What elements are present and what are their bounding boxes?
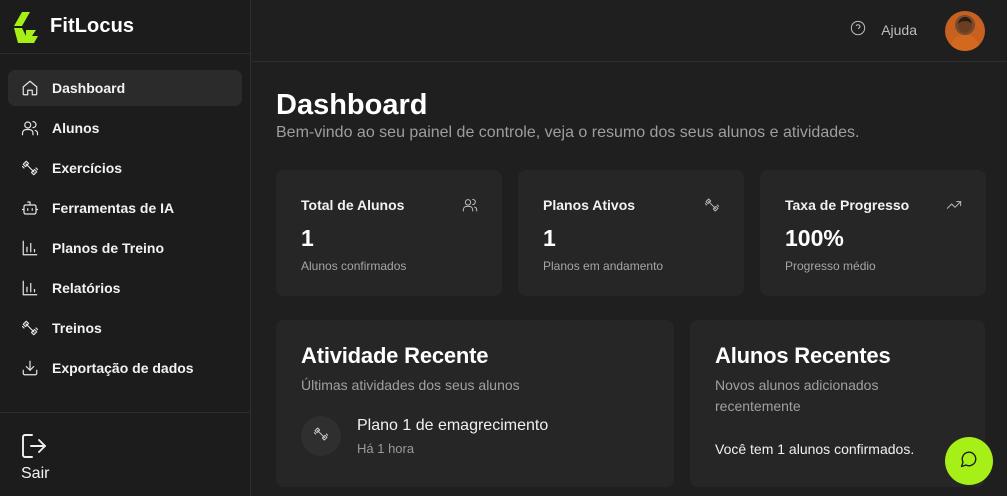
sidebar-item-exportacao[interactable]: Exportação de dados [8, 350, 242, 386]
panel-title: Alunos Recentes [715, 343, 891, 368]
help-button[interactable]: Ajuda [850, 20, 917, 39]
sidebar-item-alunos[interactable]: Alunos [8, 110, 242, 146]
students-summary: Você tem 1 alunos confirmados. [715, 441, 915, 457]
stat-desc: Planos em andamento [543, 259, 664, 273]
bar-chart-icon [20, 238, 40, 258]
panel-subtitle: Últimas atividades dos seus alunos [301, 377, 520, 393]
panel-subtitle: Novos alunos adicionados recentemente [715, 377, 879, 414]
home-icon [20, 78, 40, 98]
message-circle-icon [960, 450, 978, 473]
topbar: Ajuda [252, 0, 1007, 62]
sidebar-item-label: Relatórios [52, 280, 121, 296]
download-icon [20, 358, 40, 378]
sidebar-item-label: Exercícios [52, 160, 123, 176]
sidebar-item-label: Dashboard [52, 80, 126, 96]
app-name: FitLocus [50, 15, 135, 37]
chat-button[interactable] [945, 437, 993, 485]
sidebar-item-label: Treinos [52, 320, 102, 336]
stat-value: 1 [543, 225, 556, 251]
activity-time: Há 1 hora [357, 440, 415, 456]
avatar-head [958, 17, 972, 33]
users-icon [462, 197, 478, 218]
dumbbell-icon [20, 318, 40, 338]
sidebar-item-dashboard[interactable]: Dashboard [8, 70, 242, 106]
stat-desc: Progresso médio [785, 259, 876, 273]
dumbbell-icon [704, 197, 720, 218]
sidebar-item-label: Exportação de dados [52, 360, 194, 376]
page-subtitle: Bem-vindo ao seu painel de controle, vej… [276, 124, 860, 141]
activity-title: Plano 1 de emagrecimento [357, 416, 549, 434]
sidebar-item-relatorios[interactable]: Relatórios [8, 270, 242, 306]
avatar-body [951, 35, 979, 51]
sidebar-item-label: Planos de Treino [52, 240, 165, 256]
bar-chart-icon [20, 278, 40, 298]
sidebar-item-ferramentas-ia[interactable]: Ferramentas de IA [8, 190, 242, 226]
help-circle-icon [850, 20, 881, 39]
sidebar-item-label: Alunos [52, 120, 100, 136]
stat-title: Taxa de Progresso [785, 197, 910, 213]
trending-up-icon [946, 197, 962, 218]
help-label: Ajuda [881, 21, 917, 38]
avatar[interactable] [945, 11, 985, 51]
stat-value: 1 [301, 225, 314, 251]
stat-card-total-alunos: Total de Alunos 1 Alunos confirmados [276, 170, 502, 296]
list-item[interactable]: Plano 1 de emagrecimento Há 1 hora [301, 416, 649, 456]
stats-row: Total de Alunos 1 Alunos confirmados Pla… [276, 170, 986, 296]
sidebar: FitLocus Dashboard Alunos Exercícios Fer… [0, 0, 251, 496]
stat-card-planos-ativos: Planos Ativos 1 Planos em andamento [518, 170, 744, 296]
activity-icon [301, 416, 341, 456]
sidebar-item-exercicios[interactable]: Exercícios [8, 150, 242, 186]
sidebar-item-treinos[interactable]: Treinos [8, 310, 242, 346]
page-title: Dashboard [276, 89, 428, 121]
dumbbell-icon [20, 158, 40, 178]
panel-title: Atividade Recente [301, 343, 489, 368]
stat-desc: Alunos confirmados [301, 259, 407, 273]
brand[interactable]: FitLocus [0, 0, 250, 54]
bot-icon [20, 198, 40, 218]
recent-activity-panel: Atividade Recente Últimas atividades dos… [276, 320, 674, 487]
dumbbell-icon [313, 426, 329, 447]
logout-button[interactable]: Sair [0, 412, 250, 496]
stat-card-taxa-progresso: Taxa de Progresso 100% Progresso médio [760, 170, 986, 296]
stat-title: Total de Alunos [301, 197, 405, 213]
fitlocus-logo-icon [12, 10, 44, 44]
logout-label: Sair [21, 465, 50, 482]
page-header: Dashboard Bem-vindo ao seu painel de con… [276, 88, 986, 142]
sidebar-item-planos-treino[interactable]: Planos de Treino [8, 230, 242, 266]
sidebar-item-label: Ferramentas de IA [52, 200, 175, 216]
stat-title: Planos Ativos [543, 197, 636, 213]
recent-students-panel: Alunos Recentes Novos alunos adicionados… [690, 320, 985, 487]
stat-value: 100% [785, 225, 844, 251]
users-icon [20, 118, 40, 138]
logout-icon [21, 433, 250, 459]
sidebar-nav: Dashboard Alunos Exercícios Ferramentas … [0, 54, 250, 386]
